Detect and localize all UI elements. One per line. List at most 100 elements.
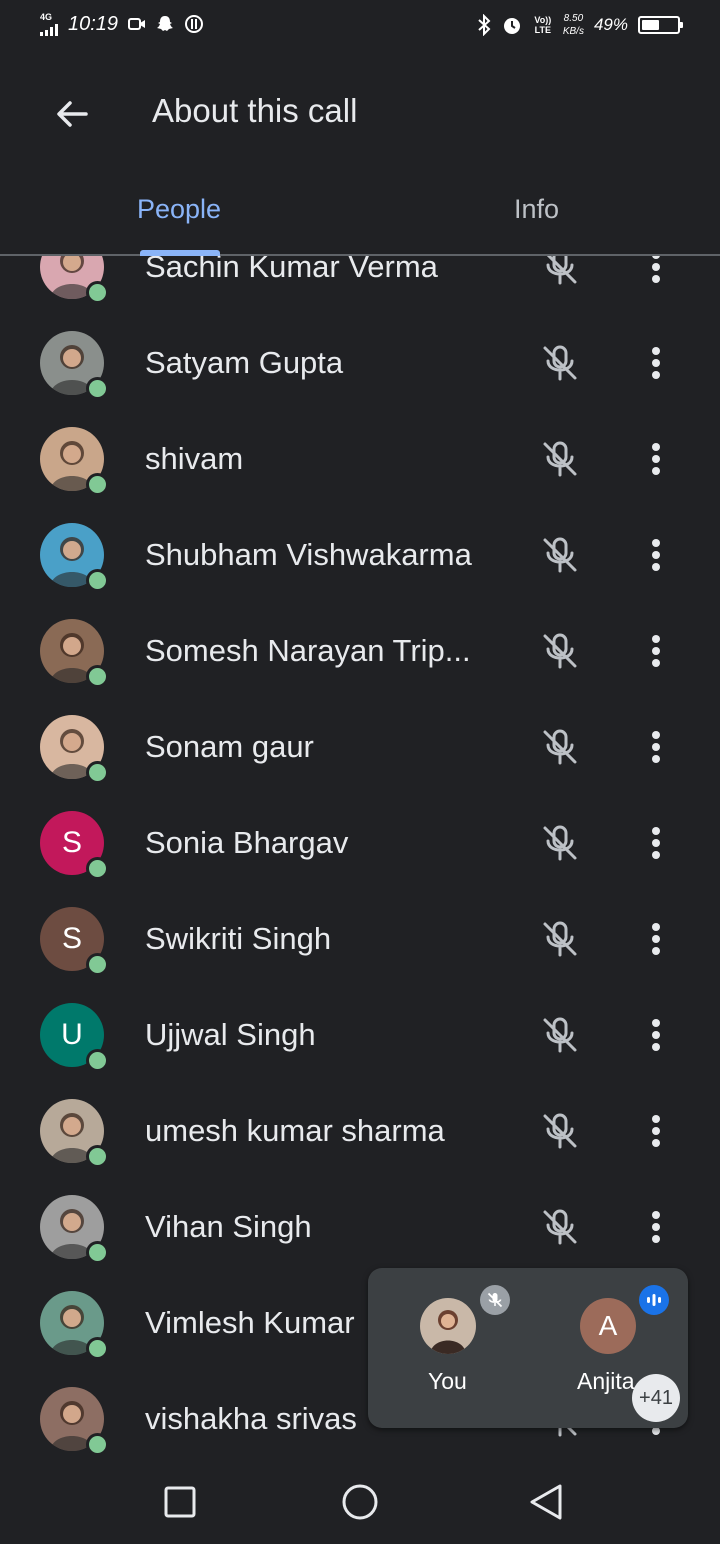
- more-options-button[interactable]: [640, 821, 672, 865]
- participant-name: Vihan Singh: [145, 1209, 312, 1244]
- snapchat-icon: [157, 16, 174, 31]
- mic-off-icon: [543, 1113, 577, 1149]
- more-options-button[interactable]: [640, 1205, 672, 1249]
- status-bar: 4G 10:19 Vo)) LTE 8.50 KB/s 49%: [0, 0, 720, 56]
- mute-status-button[interactable]: [538, 533, 582, 577]
- participant-name: Vimlesh Kumar: [145, 1305, 355, 1340]
- more-vert-icon: [652, 731, 660, 763]
- mute-status-button[interactable]: [538, 725, 582, 769]
- volte-indicator: Vo)) LTE: [534, 15, 552, 35]
- self-label: You: [428, 1368, 467, 1394]
- mute-status-button[interactable]: [538, 629, 582, 673]
- more-options-button[interactable]: [640, 725, 672, 769]
- self-view-panel[interactable]: You A Anjita +41: [368, 1268, 688, 1428]
- online-status-dot: [86, 473, 109, 496]
- online-status-dot: [86, 1337, 109, 1360]
- battery-icon: [638, 16, 683, 34]
- recents-button[interactable]: [160, 1482, 200, 1522]
- more-options-button[interactable]: [640, 533, 672, 577]
- home-button[interactable]: [340, 1482, 380, 1522]
- online-status-dot: [86, 665, 109, 688]
- online-status-dot: [86, 1433, 109, 1456]
- online-status-dot: [86, 377, 109, 400]
- online-status-dot: [86, 1049, 109, 1072]
- participant-row[interactable]: Shubham Vishwakarma: [0, 507, 720, 603]
- participant-name: vishakha srivas: [145, 1401, 357, 1436]
- more-options-button[interactable]: [640, 917, 672, 961]
- mic-off-icon: [546, 256, 577, 285]
- mute-status-button[interactable]: [538, 437, 582, 481]
- participant-row[interactable]: Sachin Kumar Verma: [0, 256, 720, 315]
- participant-name: Somesh Narayan Trip...: [145, 633, 471, 668]
- mute-status-button[interactable]: [538, 256, 582, 289]
- participant-name: Ujjwal Singh: [145, 1017, 316, 1052]
- tab-info[interactable]: Info: [514, 194, 559, 225]
- mic-off-icon: [543, 1209, 577, 1245]
- mic-off-icon: [543, 537, 577, 573]
- participant-name: umesh kumar sharma: [145, 1113, 445, 1148]
- app-bar: About this call: [0, 56, 720, 172]
- signal-icon: 4G: [40, 12, 58, 36]
- more-participants-badge[interactable]: +41: [632, 1374, 680, 1422]
- more-vert-icon: [652, 1115, 660, 1147]
- speaker-avatar[interactable]: A: [580, 1298, 636, 1354]
- bluetooth-icon: [478, 14, 491, 36]
- online-status-dot: [86, 569, 109, 592]
- status-bar-left: 4G 10:19: [40, 12, 204, 36]
- more-options-button[interactable]: [640, 341, 672, 385]
- more-vert-icon: [652, 827, 660, 859]
- more-vert-icon: [652, 635, 660, 667]
- more-vert-icon: [652, 539, 660, 571]
- mute-status-button[interactable]: [538, 1205, 582, 1249]
- participant-name: shivam: [145, 441, 244, 476]
- mute-status-button[interactable]: [538, 1109, 582, 1153]
- tab-people[interactable]: People: [137, 194, 221, 225]
- more-options-button[interactable]: [640, 1109, 672, 1153]
- more-options-button[interactable]: [640, 629, 672, 673]
- participant-name: Shubham Vishwakarma: [145, 537, 472, 572]
- self-avatar-photo: [420, 1298, 476, 1354]
- home-circle-icon: [342, 1484, 378, 1520]
- tab-bar: People Info: [0, 172, 720, 256]
- online-status-dot: [86, 1241, 109, 1264]
- mic-off-icon: [543, 729, 577, 765]
- online-status-dot: [86, 953, 109, 976]
- participant-name: Sonia Bhargav: [145, 825, 349, 860]
- arrow-left-icon: [57, 101, 88, 127]
- more-options-button[interactable]: [640, 256, 672, 289]
- mute-status-button[interactable]: [538, 1013, 582, 1057]
- page-title: About this call: [152, 92, 358, 129]
- participant-name: Swikriti Singh: [145, 921, 332, 956]
- more-vert-icon: [652, 347, 660, 379]
- participant-row[interactable]: U Ujjwal Singh: [0, 987, 720, 1083]
- mic-off-icon: [543, 825, 577, 861]
- mute-status-button[interactable]: [538, 821, 582, 865]
- self-avatar[interactable]: [420, 1298, 476, 1354]
- recents-square-icon: [164, 1486, 196, 1518]
- participant-row[interactable]: S Swikriti Singh: [0, 891, 720, 987]
- participant-row[interactable]: Somesh Narayan Trip...: [0, 603, 720, 699]
- mute-status-button[interactable]: [538, 917, 582, 961]
- participant-row[interactable]: Satyam Gupta: [0, 315, 720, 411]
- data-saver-icon: [185, 15, 204, 33]
- more-vert-icon: [652, 256, 660, 283]
- mic-off-icon: [487, 1292, 503, 1308]
- participant-row[interactable]: Sonam gaur: [0, 699, 720, 795]
- video-icon: [128, 18, 146, 30]
- mic-off-icon: [543, 633, 577, 669]
- back-button[interactable]: [50, 92, 94, 136]
- online-status-dot: [86, 1145, 109, 1168]
- participant-row[interactable]: S Sonia Bhargav: [0, 795, 720, 891]
- back-nav-button[interactable]: [526, 1482, 566, 1522]
- more-vert-icon: [652, 443, 660, 475]
- mute-status-button[interactable]: [538, 341, 582, 385]
- system-nav-bar: [0, 1456, 720, 1544]
- participant-row[interactable]: Vihan Singh: [0, 1179, 720, 1275]
- participant-name: Sonam gaur: [145, 729, 314, 764]
- network-speed-unit: KB/s: [562, 26, 584, 37]
- speaking-indicator: [639, 1285, 669, 1315]
- more-options-button[interactable]: [640, 437, 672, 481]
- participant-row[interactable]: umesh kumar sharma: [0, 1083, 720, 1179]
- participant-row[interactable]: shivam: [0, 411, 720, 507]
- more-options-button[interactable]: [640, 1013, 672, 1057]
